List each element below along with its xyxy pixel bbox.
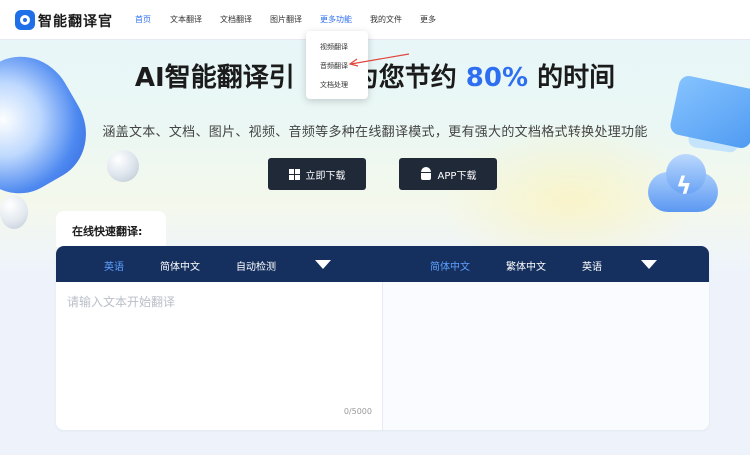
decorative-sphere	[107, 150, 139, 182]
red-arrow-annotation	[348, 53, 410, 67]
quick-translate-title: 在线快速翻译:	[72, 225, 143, 238]
target-lang-simplified-chinese[interactable]: 简体中文	[430, 258, 470, 273]
source-lang-english[interactable]: 英语	[104, 258, 124, 273]
app-download-button-label: APP下载	[437, 170, 477, 182]
character-counter: 0/5000	[343, 407, 372, 416]
source-lang-dropdown-icon[interactable]	[315, 260, 331, 269]
quick-translate-panel: 英语 简体中文 自动检测 简体中文 繁体中文 英语 请输入文本开始翻译 0/50…	[56, 246, 709, 430]
dropdown-item-video-translate[interactable]: 视频翻译	[320, 42, 348, 52]
target-lang-dropdown-icon[interactable]	[641, 260, 657, 269]
decorative-sphere	[0, 195, 28, 229]
top-navigation: 智能翻译官 首页 文本翻译 文档翻译 图片翻译 更多功能 我的文件 更多	[0, 0, 750, 40]
nav-more-features[interactable]: 更多功能	[320, 14, 352, 25]
nav-text-translate[interactable]: 文本翻译	[170, 14, 202, 25]
hero-subtitle: 涵盖文本、文档、图片、视频、音频等多种在线翻译模式，更有强大的文档格式转换处理功…	[102, 125, 648, 140]
language-bar: 英语 简体中文 自动检测 简体中文 繁体中文 英语	[56, 246, 709, 282]
android-icon	[420, 167, 432, 181]
download-button-label: 立即下载	[305, 170, 346, 182]
windows-icon	[288, 168, 300, 180]
source-text-area[interactable]: 请输入文本开始翻译 0/5000	[56, 282, 382, 430]
source-lang-simplified-chinese[interactable]: 简体中文	[160, 258, 200, 273]
nav-document-translate[interactable]: 文档翻译	[220, 14, 252, 25]
source-text-placeholder: 请输入文本开始翻译	[67, 295, 176, 309]
logo-text: 智能翻译官	[38, 14, 113, 30]
target-lang-english[interactable]: 英语	[582, 258, 602, 273]
dropdown-item-document-processing[interactable]: 文档处理	[320, 80, 348, 90]
cloud-bolt-icon: ϟ	[640, 150, 720, 216]
source-lang-auto-detect[interactable]: 自动检测	[236, 258, 276, 273]
download-button[interactable]: 立即下载	[268, 158, 366, 190]
hero-title-percent: 80%	[465, 63, 529, 93]
target-text-area	[383, 282, 709, 430]
target-lang-traditional-chinese[interactable]: 繁体中文	[506, 258, 546, 273]
app-download-button[interactable]: APP下载	[399, 158, 497, 190]
nav-image-translate[interactable]: 图片翻译	[270, 14, 302, 25]
nav-more[interactable]: 更多	[420, 14, 436, 25]
nav-home[interactable]: 首页	[135, 14, 151, 25]
dropdown-item-audio-translate[interactable]: 音频翻译	[320, 61, 348, 71]
nav-my-files[interactable]: 我的文件	[370, 14, 402, 25]
logo-icon	[15, 10, 35, 30]
